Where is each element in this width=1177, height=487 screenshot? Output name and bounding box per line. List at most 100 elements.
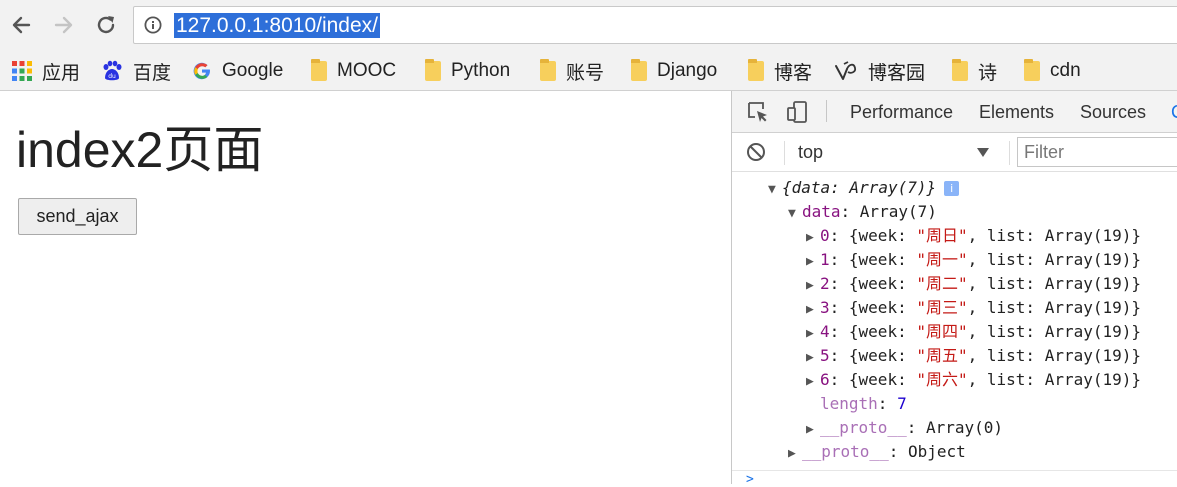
bookmark-label: 百度	[133, 62, 172, 84]
property-key: __proto__	[802, 442, 889, 461]
item-week: "周六"	[916, 370, 968, 389]
bookmark-cnblogs[interactable]: 博客园	[834, 52, 925, 90]
item-list-value: Array(19)}	[1044, 250, 1142, 269]
collapsed-triangle-icon[interactable]: ▶	[806, 322, 820, 346]
tab-sources[interactable]: Sources	[1080, 91, 1146, 132]
bookmark-apps[interactable]: 应用	[12, 52, 80, 90]
bookmarks-bar: 应用 du 百度 Google MOOC Python 账号 Django 博客…	[0, 52, 1177, 91]
baidu-paw-icon: du	[103, 60, 122, 81]
console-divider	[732, 470, 1177, 471]
info-icon[interactable]	[144, 16, 162, 34]
collapsed-triangle-icon[interactable]: ▶	[806, 418, 820, 442]
item-list-value: Array(19)}	[1044, 346, 1142, 365]
collapsed-triangle-icon[interactable]: ▶	[788, 442, 802, 466]
expanded-triangle-icon[interactable]: ▼	[768, 178, 782, 202]
bookmark-baidu[interactable]: du 百度	[101, 52, 171, 90]
collapsed-triangle-icon[interactable]: ▶	[806, 226, 820, 250]
array-item-row[interactable]: ▶ 6: {week: "周六", list: Array(19)}	[806, 368, 1141, 392]
send-ajax-button[interactable]: send_ajax	[18, 198, 137, 235]
property-key: length	[820, 394, 878, 413]
item-open: : {week:	[829, 274, 917, 293]
toolbar-divider	[826, 100, 827, 122]
console-object-root[interactable]: ▼ {data: Array(7)} i	[768, 176, 960, 202]
collapsed-triangle-icon[interactable]: ▶	[806, 346, 820, 370]
item-open: : {week:	[829, 226, 917, 245]
collapsed-triangle-icon[interactable]: ▶	[806, 250, 820, 274]
apps-grid-icon	[12, 61, 32, 81]
device-toolbar-icon[interactable]	[785, 100, 809, 124]
item-open: : {week:	[829, 346, 917, 365]
data-property-row[interactable]: ▼ data: Array(7)	[788, 200, 937, 224]
item-open: : {week:	[829, 322, 917, 341]
array-item-row[interactable]: ▶ 3: {week: "周三", list: Array(19)}	[806, 296, 1141, 320]
svg-text:du: du	[108, 73, 116, 80]
inspect-element-icon[interactable]	[746, 100, 770, 124]
console-prompt-icon[interactable]: >	[746, 472, 754, 487]
property-value: Object	[907, 442, 966, 461]
reload-icon[interactable]	[93, 12, 119, 38]
collapsed-triangle-icon[interactable]: ▶	[806, 274, 820, 298]
item-list-value: Array(19)}	[1044, 370, 1142, 389]
url-text[interactable]: 127.0.0.1:8010/index/	[174, 13, 381, 38]
bookmark-blog[interactable]: 博客	[748, 52, 812, 90]
browser-toolbar: 127.0.0.1:8010/index/	[0, 0, 1177, 52]
bookmark-label: 应用	[42, 62, 81, 84]
outer-proto-row[interactable]: ▶ __proto__: Object	[788, 440, 966, 464]
clear-console-icon[interactable]	[746, 142, 766, 162]
page-viewport: index2页面 send_ajax	[0, 91, 731, 484]
tab-elements[interactable]: Elements	[979, 91, 1054, 132]
devtools-panel: Performance Elements Sources C top ▼{dat…	[731, 91, 1177, 487]
array-item-row[interactable]: ▶ 0: {week: "周日", list: Array(19)}	[806, 224, 1141, 248]
property-value: Array(7)	[859, 202, 937, 221]
folder-icon	[540, 59, 556, 81]
array-item-row[interactable]: ▶ 2: {week: "周二", list: Array(19)}	[806, 272, 1141, 296]
page-title: index2页面	[16, 122, 264, 178]
bookmark-label: Python	[451, 60, 511, 81]
tab-console-clipped[interactable]: C	[1171, 91, 1177, 132]
array-item-row[interactable]: ▶ 5: {week: "周五", list: Array(19)}	[806, 344, 1141, 368]
info-badge-icon[interactable]: i	[944, 181, 960, 196]
array-item-row[interactable]: ▶ 1: {week: "周一", list: Array(19)}	[806, 248, 1141, 272]
bookmark-django[interactable]: Django	[631, 52, 717, 90]
object-preview: {data: Array(7)}	[782, 178, 937, 197]
tab-performance[interactable]: Performance	[850, 91, 953, 132]
devtools-tabbar: Performance Elements Sources C	[732, 91, 1177, 133]
item-list-key: , list:	[967, 274, 1045, 293]
item-index: 1	[820, 250, 830, 269]
bookmark-label: 博客	[774, 62, 813, 84]
item-list-key: , list:	[967, 226, 1045, 245]
bookmark-poetry[interactable]: 诗	[952, 52, 997, 90]
folder-icon	[311, 59, 327, 81]
item-list-value: Array(19)}	[1044, 274, 1142, 293]
item-week: "周二"	[916, 274, 968, 293]
folder-icon	[748, 59, 764, 81]
bookmark-google[interactable]: Google	[192, 52, 283, 90]
context-selector[interactable]: top	[798, 139, 993, 165]
item-list-key: , list:	[967, 370, 1045, 389]
inner-proto-row[interactable]: ▶ __proto__: Array(0)	[806, 416, 1003, 440]
folder-icon	[1024, 59, 1040, 81]
array-item-row[interactable]: ▶ 4: {week: "周四", list: Array(19)}	[806, 320, 1141, 344]
property-value: 7	[897, 394, 907, 413]
folder-icon	[425, 59, 441, 81]
item-list-key: , list:	[967, 346, 1045, 365]
bookmark-cdn[interactable]: cdn	[1024, 52, 1081, 90]
chevron-down-icon[interactable]	[977, 148, 989, 157]
back-arrow-icon[interactable]	[8, 12, 34, 38]
bookmark-accounts[interactable]: 账号	[540, 52, 604, 90]
toolbar-divider	[1009, 141, 1010, 165]
property-value: Array(0)	[925, 418, 1004, 437]
item-open: : {week:	[829, 370, 917, 389]
item-week: "周一"	[916, 250, 968, 269]
forward-arrow-icon[interactable]	[51, 12, 77, 38]
bookmark-python[interactable]: Python	[425, 52, 510, 90]
collapsed-triangle-icon[interactable]: ▶	[806, 370, 820, 394]
collapsed-triangle-icon[interactable]: ▶	[806, 298, 820, 322]
expanded-triangle-icon[interactable]: ▼	[788, 202, 802, 226]
google-g-icon	[193, 62, 210, 80]
console-toolbar: top	[732, 133, 1177, 172]
bookmark-mooc[interactable]: MOOC	[311, 52, 396, 90]
filter-input[interactable]	[1017, 137, 1177, 167]
address-bar[interactable]: 127.0.0.1:8010/index/	[133, 6, 1177, 44]
item-index: 3	[820, 298, 830, 317]
